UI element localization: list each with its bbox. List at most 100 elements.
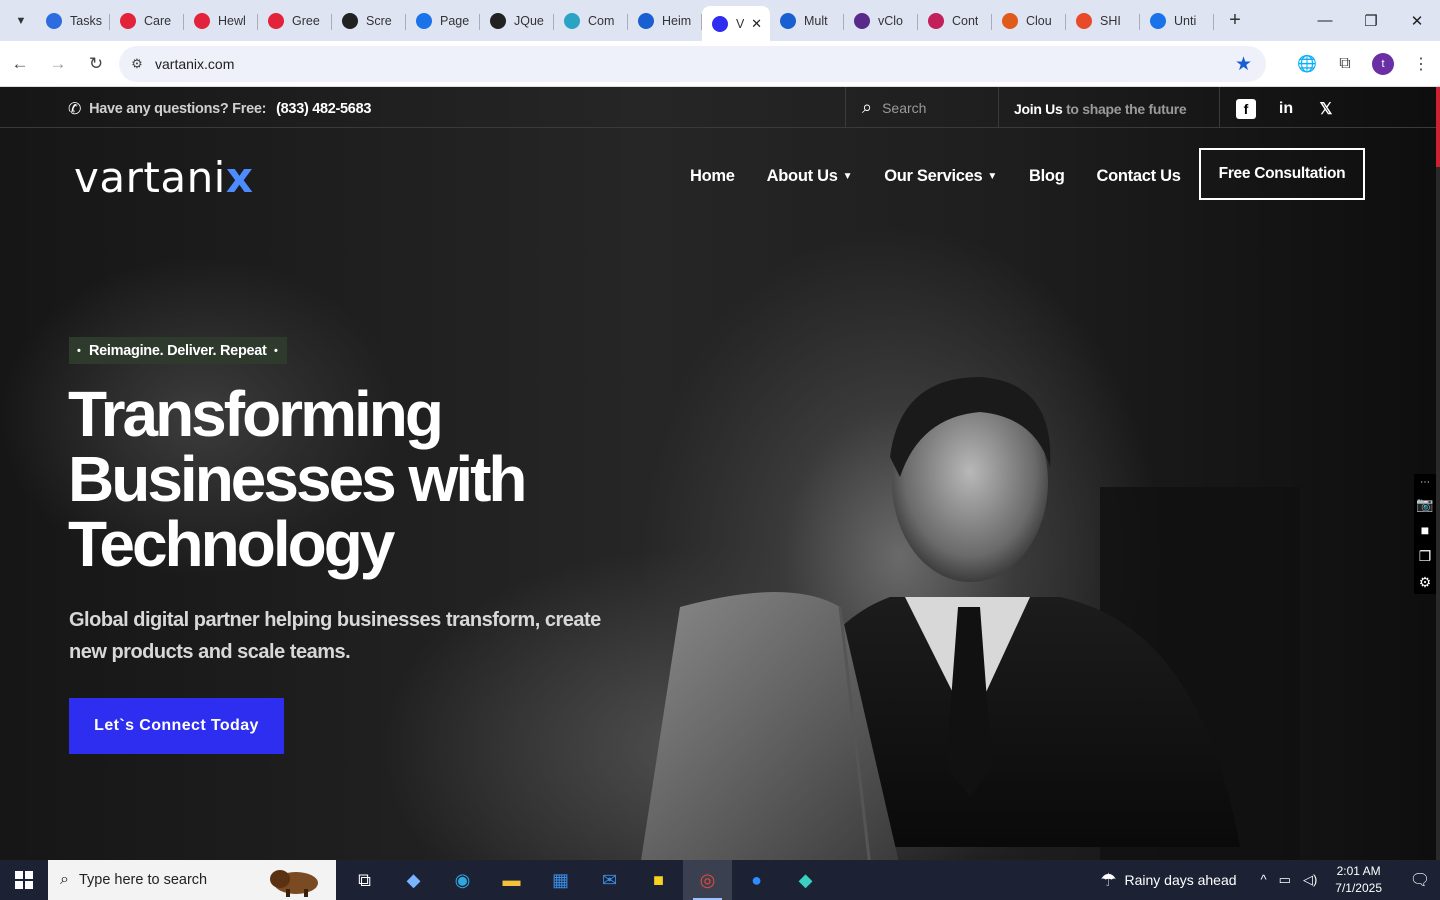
lets-connect-button[interactable]: Let`s Connect Today xyxy=(69,698,284,754)
browser-tab[interactable]: Care xyxy=(110,6,184,36)
hero-subheading: Global digital partner helping businesse… xyxy=(69,609,601,663)
minimize-icon[interactable]: — xyxy=(1302,0,1348,41)
chevron-up-icon[interactable]: ^ xyxy=(1261,872,1267,888)
browser-tab[interactable]: SHI xyxy=(1066,6,1140,36)
site-search: ⌕ xyxy=(845,87,999,128)
search-input[interactable] xyxy=(882,99,983,116)
window-icon[interactable]: ❐ xyxy=(1415,546,1435,566)
sticky-notes-icon[interactable]: ■ xyxy=(634,860,683,900)
free-consultation-button[interactable]: Free Consultation xyxy=(1199,148,1365,200)
browser-tab[interactable]: Mult xyxy=(770,6,844,36)
browser-tab[interactable]: Gree xyxy=(258,6,332,36)
nav-blog[interactable]: Blog xyxy=(1029,167,1065,186)
tab-label: JQue xyxy=(514,13,544,28)
browser-tab[interactable]: Tasks xyxy=(36,6,110,36)
join-us-link[interactable]: Join Us to shape the future xyxy=(1014,101,1187,117)
more-icon[interactable]: ⋯ xyxy=(1415,476,1435,488)
nav-our-services[interactable]: Our Services ▼ xyxy=(884,167,997,186)
tab-label: Tasks xyxy=(70,13,102,28)
gear-icon[interactable]: ⚙ xyxy=(1415,572,1435,592)
chrome-icon[interactable]: ◎ xyxy=(683,860,732,900)
close-window-icon[interactable]: ✕ xyxy=(1394,0,1440,41)
file-explorer-icon[interactable]: ▬ xyxy=(487,860,536,900)
x-twitter-icon[interactable]: 𝕏 xyxy=(1316,99,1336,119)
video-icon[interactable]: ■ xyxy=(1415,520,1435,540)
tray-icons: ^ ▭ ◁) xyxy=(1261,872,1318,888)
browser-tab[interactable]: Com xyxy=(554,6,628,36)
nav-about-label: About Us xyxy=(766,167,838,185)
menu-kebab-icon[interactable]: ⋮ xyxy=(1402,46,1440,82)
browser-tab[interactable]: JQue xyxy=(480,6,554,36)
contact-phone: ✆ Have any questions? Free: (833) 482-56… xyxy=(68,99,371,119)
browser-tab[interactable]: Heim xyxy=(628,6,702,36)
copilot-icon[interactable]: ◆ xyxy=(389,860,438,900)
linkedin-icon[interactable]: in xyxy=(1276,99,1296,119)
scrollbar-thumb[interactable] xyxy=(1436,87,1440,167)
phone-number-link[interactable]: (833) 482-5683 xyxy=(276,101,371,117)
main-navigation: Home About Us ▼ Our Services ▼ Blog Contac… xyxy=(690,167,1181,186)
browser-tab[interactable]: Hewl xyxy=(184,6,258,36)
browser-tab[interactable]: Scre xyxy=(332,6,406,36)
tab-label: Hewl xyxy=(218,13,246,28)
nav-contact-us[interactable]: Contact Us xyxy=(1097,167,1181,186)
browser-tab[interactable]: Clou xyxy=(992,6,1066,36)
site-logo[interactable]: vartanix xyxy=(74,153,253,202)
bookmark-star-icon[interactable]: ★ xyxy=(1235,53,1252,76)
window-controls: — ❐ ✕ xyxy=(1302,0,1440,41)
facebook-icon[interactable]: f xyxy=(1236,99,1256,119)
tab-label: Cont xyxy=(952,13,979,28)
tab-label: vClo xyxy=(878,13,904,28)
tab-close-icon[interactable]: ✕ xyxy=(751,16,762,32)
nav-home[interactable]: Home xyxy=(690,167,735,186)
search-icon[interactable]: ⌕ xyxy=(862,97,872,118)
page-scrollbar[interactable] xyxy=(1436,87,1440,860)
browser-tab[interactable]: vClo xyxy=(844,6,918,36)
tab-label: Care xyxy=(144,13,172,28)
taskbar-search[interactable]: ⌕ Type here to search xyxy=(48,860,336,900)
new-tab-button[interactable]: + xyxy=(1220,6,1250,36)
url-text[interactable]: vartanix.com xyxy=(155,56,234,72)
phone-icon: ✆ xyxy=(68,101,82,118)
notification-icon[interactable]: 🗨 xyxy=(1400,860,1440,900)
windows-start-icon[interactable] xyxy=(0,860,48,900)
browser-tab[interactable]: Cont xyxy=(918,6,992,36)
extensions-icon[interactable]: ⧉ xyxy=(1326,46,1364,82)
system-tray: ☂ Rainy days ahead ^ ▭ ◁) 2:01 AM 7/1/20… xyxy=(1100,860,1440,900)
hero-tagline: Reimagine. Deliver. Repeat xyxy=(69,337,287,364)
edge-icon[interactable]: ◉ xyxy=(438,860,487,900)
headline-line-1: Transforming xyxy=(68,378,444,450)
profile-avatar[interactable]: t xyxy=(1372,53,1394,75)
address-bar[interactable]: ⚙ vartanix.com ★ xyxy=(119,46,1266,82)
tab-search-icon[interactable]: ▼ xyxy=(6,7,36,35)
nav-about-us[interactable]: About Us ▼ xyxy=(767,167,853,186)
tab-favicon-icon xyxy=(712,15,728,32)
site-info-icon[interactable]: ⚙ xyxy=(119,56,155,72)
maximize-icon[interactable]: ❐ xyxy=(1348,0,1394,41)
forward-icon[interactable]: → xyxy=(40,46,76,82)
tab-label: Clou xyxy=(1026,13,1052,28)
back-icon[interactable]: ← xyxy=(2,46,38,82)
store-icon[interactable]: ▦ xyxy=(536,860,585,900)
app-diamond-icon[interactable]: ◆ xyxy=(781,860,830,900)
floating-tools: ⋯ 📷 ■ ❐ ⚙ xyxy=(1414,474,1436,594)
reload-icon[interactable]: ↻ xyxy=(78,46,114,82)
tab-favicon-icon xyxy=(1150,12,1166,29)
mail-icon[interactable]: ✉ xyxy=(585,860,634,900)
browser-tab[interactable]: Page xyxy=(406,6,480,36)
weather-widget[interactable]: ☂ Rainy days ahead xyxy=(1100,870,1236,891)
tab-label: Page xyxy=(440,13,470,28)
tab-favicon-icon xyxy=(490,12,506,29)
logo-x-mark: x xyxy=(225,153,254,202)
task-view-icon[interactable]: ⧉ xyxy=(340,860,389,900)
browser-tab[interactable]: V ✕ xyxy=(702,6,770,41)
browser-tab[interactable]: Unti xyxy=(1140,6,1214,36)
translate-icon[interactable]: 🌐 xyxy=(1288,46,1326,82)
tab-label: Mult xyxy=(804,13,828,28)
umbrella-icon: ☂ xyxy=(1100,869,1117,890)
network-icon[interactable]: ▭ xyxy=(1279,872,1291,888)
volume-icon[interactable]: ◁) xyxy=(1303,872,1317,888)
clock[interactable]: 2:01 AM 7/1/2025 xyxy=(1335,863,1382,897)
tab-favicon-icon xyxy=(194,12,210,29)
zoom-icon[interactable]: ● xyxy=(732,860,781,900)
camera-icon[interactable]: 📷 xyxy=(1415,494,1435,514)
